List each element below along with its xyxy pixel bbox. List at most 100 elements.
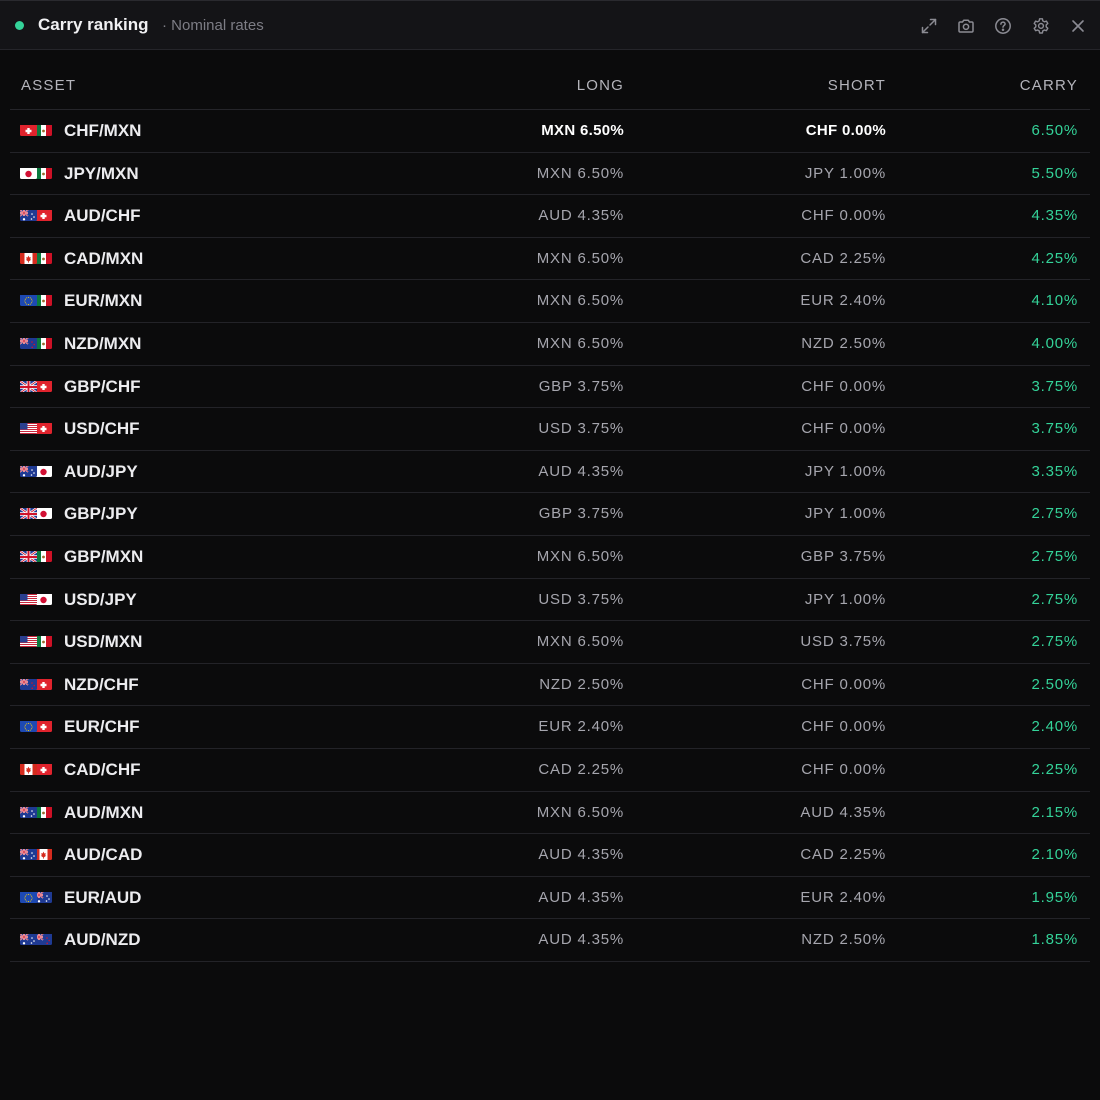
carry-value: 1.85%: [1031, 931, 1078, 949]
table-row[interactable]: GBP/CHF GBP 3.75% CHF 0.00% 3.75%: [10, 366, 1090, 409]
table-row[interactable]: NZD/CHF NZD 2.50% CHF 0.00% 2.50%: [10, 664, 1090, 707]
table-row[interactable]: GBP/JPY GBP 3.75% JPY 1.00% 2.75%: [10, 493, 1090, 536]
short-rate: CHF 0.00%: [801, 420, 886, 438]
camera-icon[interactable]: [956, 16, 976, 36]
short-rate: CAD 2.25%: [800, 249, 886, 267]
table-row[interactable]: AUD/CHF AUD 4.35% CHF 0.00% 4.35%: [10, 195, 1090, 238]
table-row[interactable]: EUR/MXN MXN 6.50% EUR 2.40% 4.10%: [10, 280, 1090, 323]
usd-flag-icon: [20, 593, 37, 605]
carry-value: 3.75%: [1031, 377, 1078, 395]
table-row[interactable]: NZD/MXN MXN 6.50% NZD 2.50% 4.00%: [10, 323, 1090, 366]
table-row[interactable]: USD/CHF USD 3.75% CHF 0.00% 3.75%: [10, 408, 1090, 451]
nzd-flag-icon: [20, 337, 37, 349]
mxn-flag-icon: [35, 550, 52, 562]
asset-pair: NZD/CHF: [64, 674, 139, 694]
table-row[interactable]: AUD/NZD AUD 4.35% NZD 2.50% 1.85%: [10, 919, 1090, 962]
table-row[interactable]: EUR/AUD AUD 4.35% EUR 2.40% 1.95%: [10, 877, 1090, 920]
cad-flag-icon: [20, 252, 37, 264]
short-rate: JPY 1.00%: [804, 462, 886, 480]
panel-header: Carry ranking · Nominal rates: [0, 0, 1100, 50]
table-row[interactable]: CAD/MXN MXN 6.50% CAD 2.25% 4.25%: [10, 238, 1090, 281]
long-rate: NZD 2.50%: [539, 675, 624, 693]
table-row[interactable]: CHF/MXN MXN 6.50% CHF 0.00% 6.50%: [10, 110, 1090, 153]
chf-flag-icon: [35, 422, 52, 435]
long-rate: MXN 6.50%: [536, 803, 624, 821]
long-rate: MXN 6.50%: [536, 249, 624, 267]
long-rate: USD 3.75%: [538, 420, 624, 438]
short-rate: CHF 0.00%: [805, 122, 886, 139]
carry-value: 4.10%: [1031, 292, 1078, 310]
expand-icon[interactable]: [919, 16, 939, 36]
carry-ranking-panel: Carry ranking · Nominal rates ASSET LONG…: [0, 0, 1100, 1100]
short-rate: CHF 0.00%: [801, 675, 886, 693]
long-rate: AUD 4.35%: [538, 931, 624, 949]
short-rate: GBP 3.75%: [800, 547, 886, 565]
carry-value: 6.50%: [1031, 122, 1078, 139]
carry-value: 3.35%: [1031, 462, 1078, 480]
chf-flag-icon: [35, 678, 52, 690]
asset-pair: AUD/NZD: [64, 930, 141, 950]
asset-pair: CAD/MXN: [64, 248, 144, 268]
long-rate: MXN 6.50%: [536, 292, 624, 310]
eur-flag-icon: [20, 891, 37, 903]
eur-flag-icon: [20, 294, 37, 307]
short-rate: NZD 2.50%: [801, 334, 886, 352]
chf-flag-icon: [20, 124, 37, 136]
carry-value: 3.75%: [1031, 420, 1078, 438]
aud-flag-icon: [20, 465, 37, 477]
asset-pair: NZD/MXN: [64, 333, 142, 353]
aud-flag-icon: [20, 933, 37, 946]
asset-pair: AUD/MXN: [64, 802, 144, 822]
short-rate: CHF 0.00%: [801, 718, 886, 736]
table-row[interactable]: USD/MXN MXN 6.50% USD 3.75% 2.75%: [10, 621, 1090, 664]
long-rate: MXN 6.50%: [536, 547, 624, 565]
column-header-carry[interactable]: CARRY: [1020, 77, 1078, 94]
short-rate: NZD 2.50%: [801, 931, 886, 949]
long-rate: GBP 3.75%: [538, 377, 624, 395]
long-rate: CAD 2.25%: [538, 760, 624, 778]
pair-flags: [20, 805, 52, 818]
long-rate: EUR 2.40%: [538, 718, 624, 736]
column-header-short[interactable]: SHORT: [828, 77, 886, 94]
chf-flag-icon: [35, 380, 52, 392]
short-rate: EUR 2.40%: [800, 888, 886, 906]
table-row[interactable]: CAD/CHF CAD 2.25% CHF 0.00% 2.25%: [10, 749, 1090, 792]
carry-value: 2.40%: [1031, 718, 1078, 736]
table-row[interactable]: GBP/MXN MXN 6.50% GBP 3.75% 2.75%: [10, 536, 1090, 579]
table-row[interactable]: JPY/MXN MXN 6.50% JPY 1.00% 5.50%: [10, 153, 1090, 196]
table-row[interactable]: USD/JPY USD 3.75% JPY 1.00% 2.75%: [10, 579, 1090, 622]
column-header-long[interactable]: LONG: [577, 77, 624, 94]
short-rate: USD 3.75%: [800, 633, 886, 651]
close-icon[interactable]: [1068, 16, 1088, 36]
table-row[interactable]: AUD/CAD AUD 4.35% CAD 2.25% 2.10%: [10, 834, 1090, 877]
help-icon[interactable]: [993, 16, 1013, 36]
mxn-flag-icon: [35, 167, 52, 179]
asset-pair: USD/JPY: [64, 589, 137, 609]
mxn-flag-icon: [35, 294, 52, 307]
pair-flags: [20, 167, 52, 179]
mxn-flag-icon: [35, 124, 52, 136]
column-header-asset[interactable]: ASSET: [21, 77, 76, 94]
table-row[interactable]: EUR/CHF EUR 2.40% CHF 0.00% 2.40%: [10, 706, 1090, 749]
carry-value: 4.00%: [1031, 334, 1078, 352]
short-rate: CHF 0.00%: [801, 760, 886, 778]
carry-table-body: CHF/MXN MXN 6.50% CHF 0.00% 6.50% JPY/MX…: [10, 110, 1090, 962]
carry-value: 2.10%: [1031, 846, 1078, 864]
table-row[interactable]: AUD/JPY AUD 4.35% JPY 1.00% 3.35%: [10, 451, 1090, 494]
asset-pair: AUD/JPY: [64, 461, 138, 481]
pair-flags: [20, 891, 52, 903]
pair-flags: [20, 422, 52, 435]
carry-value: 2.75%: [1031, 505, 1078, 523]
pair-flags: [20, 763, 52, 775]
pair-flags: [20, 294, 52, 307]
table-header: ASSET LONG SHORT CARRY: [10, 60, 1090, 110]
aud-flag-icon: [20, 848, 37, 861]
short-rate: JPY 1.00%: [804, 164, 886, 182]
settings-icon[interactable]: [1031, 16, 1051, 36]
long-rate: GBP 3.75%: [538, 505, 624, 523]
carry-value: 2.25%: [1031, 760, 1078, 778]
table-row[interactable]: AUD/MXN MXN 6.50% AUD 4.35% 2.15%: [10, 792, 1090, 835]
pair-flags: [20, 124, 52, 136]
long-rate: MXN 6.50%: [541, 122, 624, 139]
asset-pair: EUR/MXN: [64, 291, 143, 311]
